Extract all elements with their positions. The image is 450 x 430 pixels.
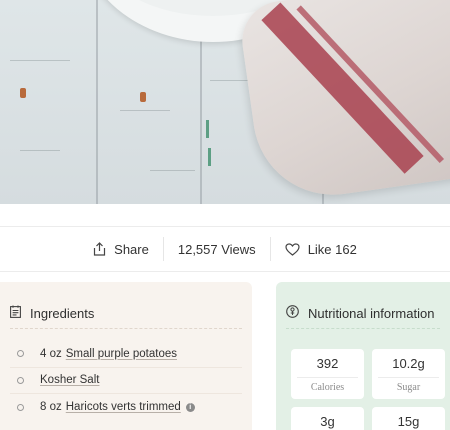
ingredients-card: Ingredients 4 oz Small purple potatoes K… bbox=[0, 282, 252, 430]
ingredients-list: 4 oz Small purple potatoes Kosher Salt 8… bbox=[0, 329, 252, 421]
ingredient-item: Kosher Salt bbox=[10, 368, 242, 394]
ingredient-amount: 4 oz bbox=[40, 347, 62, 360]
nutrition-value: 15g bbox=[397, 414, 420, 429]
napkin bbox=[237, 0, 450, 204]
ingredient-item: 8 oz Haricots verts trimmed i bbox=[10, 394, 242, 421]
like-label: Like 162 bbox=[307, 241, 357, 257]
checkbox[interactable] bbox=[17, 403, 24, 411]
nutrition-title: Nutritional information bbox=[308, 305, 435, 321]
checkbox[interactable] bbox=[17, 376, 24, 384]
share-label: Share bbox=[114, 241, 149, 257]
ingredient-amount: 8 oz bbox=[40, 401, 62, 414]
nutrition-label: Sugar bbox=[378, 377, 439, 393]
views-label: 12,557 Views bbox=[177, 241, 256, 257]
nutrition-grid: 392 Calories 10.2g Sugar 3g 15g bbox=[276, 329, 450, 430]
nutrition-fact: 3g bbox=[291, 407, 364, 430]
nutrition-label: Calories bbox=[297, 377, 358, 393]
nutrition-value: 10.2g bbox=[392, 356, 425, 371]
recipe-action-bar: Share 12,557 Views Like 162 bbox=[0, 226, 450, 272]
ingredient-item: 4 oz Small purple potatoes bbox=[10, 341, 242, 368]
info-icon[interactable]: i bbox=[185, 402, 195, 412]
list-icon bbox=[10, 305, 21, 321]
nutrition-icon bbox=[286, 305, 299, 321]
heart-icon bbox=[285, 242, 300, 256]
share-button[interactable]: Share bbox=[79, 237, 163, 261]
recipe-hero-image bbox=[0, 0, 450, 204]
views-count: 12,557 Views bbox=[162, 237, 270, 261]
nutrition-fact: 15g bbox=[372, 407, 445, 430]
ingredients-title: Ingredients bbox=[30, 305, 95, 321]
share-icon bbox=[93, 242, 106, 256]
nutrition-fact: 10.2g Sugar bbox=[372, 349, 445, 399]
checkbox[interactable] bbox=[17, 350, 24, 358]
nutrition-value: 392 bbox=[316, 356, 339, 371]
nutrition-fact: 392 Calories bbox=[291, 349, 364, 399]
ingredient-link[interactable]: Kosher Salt bbox=[40, 374, 99, 386]
nutrition-header: Nutritional information bbox=[276, 282, 450, 328]
nutrition-value: 3g bbox=[320, 414, 335, 429]
ingredient-link[interactable]: Haricots verts trimmed bbox=[66, 401, 181, 413]
ingredient-link[interactable]: Small purple potatoes bbox=[66, 348, 177, 360]
ingredients-header: Ingredients bbox=[0, 282, 252, 328]
like-button[interactable]: Like 162 bbox=[269, 237, 371, 261]
nutrition-card: Nutritional information 392 Calories 10.… bbox=[276, 282, 450, 430]
